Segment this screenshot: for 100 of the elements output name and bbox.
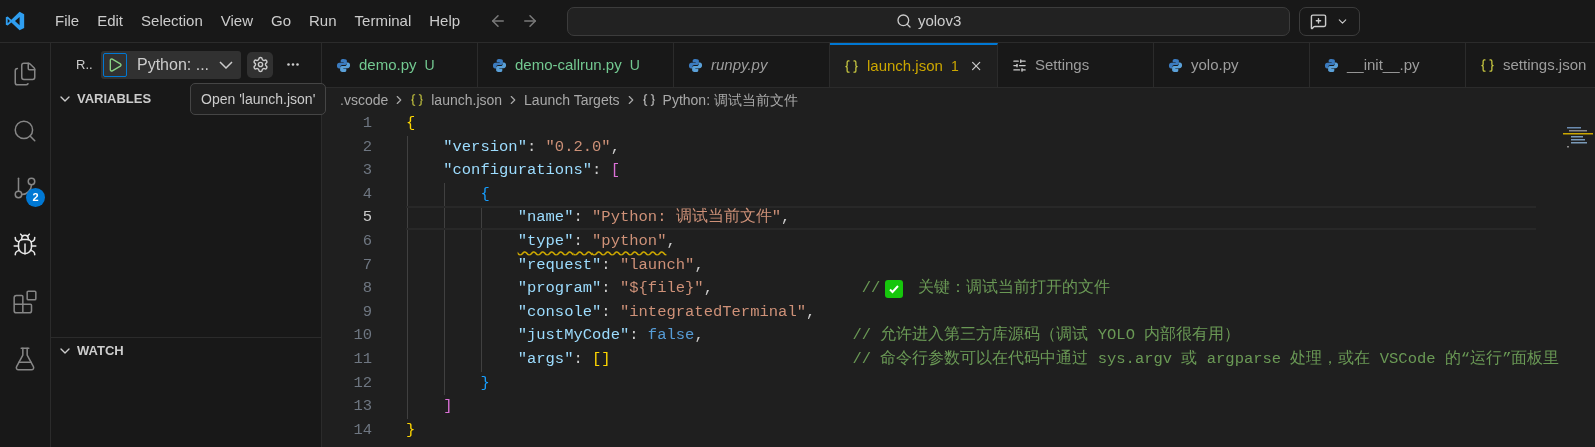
breadcrumb-item[interactable]: Launch Targets xyxy=(524,89,620,111)
menu-item[interactable]: Edit xyxy=(88,9,133,33)
json-braces-icon xyxy=(844,58,859,74)
punctuation: : xyxy=(601,254,612,276)
punctuation: : xyxy=(573,230,584,252)
search-text: yolov3 xyxy=(917,10,962,31)
json-braces-icon xyxy=(1480,57,1495,73)
python-file-icon xyxy=(688,57,703,73)
editor-tab[interactable]: yolo.py xyxy=(1154,43,1310,87)
search-icon xyxy=(12,118,38,144)
boolean-value: false xyxy=(647,325,695,347)
punctuation: : xyxy=(629,325,640,347)
string-value: "Python: 调试当前文件" xyxy=(592,206,782,229)
punctuation: , xyxy=(806,301,816,323)
line-number: 13 xyxy=(352,396,372,418)
chevron-down-icon xyxy=(219,60,234,69)
json-key: "configurations" xyxy=(443,159,593,183)
search-icon xyxy=(895,13,912,29)
code-comment: // xyxy=(861,278,881,300)
json-key: "type" xyxy=(517,229,574,254)
line-number: 5 xyxy=(361,207,372,229)
line-number: 2 xyxy=(361,136,372,158)
python-file-icon xyxy=(336,57,351,73)
app-logo-icon xyxy=(4,10,26,32)
menu-item[interactable]: Go xyxy=(262,9,300,33)
tab-label: launch.json xyxy=(867,55,943,76)
json-braces-icon xyxy=(410,93,425,107)
bracket: [ xyxy=(610,160,620,182)
json-key: "request" xyxy=(517,253,602,278)
chat-button[interactable] xyxy=(1299,6,1361,36)
json-key: "args" xyxy=(517,347,574,372)
editor-tab[interactable]: __init__.py xyxy=(1310,43,1466,87)
punctuation: , xyxy=(610,136,620,158)
tab-label: yolo.py xyxy=(1191,54,1239,75)
extensions-icon xyxy=(12,289,38,315)
count-badge: 2 xyxy=(26,188,45,207)
start-debugging-button[interactable] xyxy=(103,52,127,77)
settings-button[interactable] xyxy=(247,51,273,78)
line-number: 10 xyxy=(352,325,372,347)
tab-status-label: U xyxy=(629,55,640,75)
punctuation: : xyxy=(592,160,603,182)
tab-status-label: 1 xyxy=(950,56,959,76)
section-header[interactable]: WATCH xyxy=(51,338,321,364)
line-number: 7 xyxy=(361,254,372,276)
configuration-dropdown[interactable]: Python: ... xyxy=(101,50,241,79)
tooltip: Open 'launch.json' xyxy=(190,83,327,115)
breadcrumb-item[interactable]: .vscode xyxy=(340,89,389,111)
punctuation: , xyxy=(703,278,713,300)
bracket: { xyxy=(406,113,416,134)
line-number: 14 xyxy=(352,419,372,441)
line-number: 9 xyxy=(361,301,372,323)
breadcrumb-item[interactable]: launch.json xyxy=(431,89,503,111)
python-file-icon xyxy=(1168,57,1183,73)
json-key: "name" xyxy=(517,206,574,230)
breadcrumb-item[interactable]: Python: 调试当前文件 xyxy=(662,89,798,111)
json-key: "version" xyxy=(443,135,527,160)
check-mark-icon xyxy=(885,279,904,298)
python-file-icon xyxy=(492,57,507,73)
tab-label: __init__.py xyxy=(1347,54,1420,75)
bracket: [] xyxy=(592,348,611,370)
tab-label: runpy.py xyxy=(711,54,768,75)
bracket: } xyxy=(480,372,490,394)
tab-status-label: U xyxy=(424,55,435,75)
line-number: 11 xyxy=(352,348,372,370)
editor-tab[interactable]: Settings xyxy=(998,43,1154,87)
menu-item[interactable]: File xyxy=(46,9,89,33)
bracket: { xyxy=(480,183,490,205)
menu-item[interactable]: View xyxy=(211,9,262,33)
tab-label: Settings xyxy=(1035,54,1090,75)
search-field[interactable]: yolov3 xyxy=(567,6,1291,36)
menu-item[interactable]: Run xyxy=(300,9,346,33)
editor-tab[interactable]: demo.py U xyxy=(322,43,478,87)
source-control-button[interactable]: 2 xyxy=(8,171,42,205)
punctuation: , xyxy=(666,230,676,252)
punctuation: , xyxy=(694,254,704,276)
more-icon xyxy=(287,63,299,66)
punctuation: , xyxy=(694,325,704,347)
tab-label: demo.py xyxy=(359,54,417,75)
run-debug-icon xyxy=(12,232,38,258)
string-value: "0.2.0" xyxy=(545,136,611,158)
json-key: "console" xyxy=(517,300,602,325)
line-number: 1 xyxy=(361,113,372,134)
menu-item[interactable]: Terminal xyxy=(345,9,421,33)
code-comment: 关键：调试当前打开的文件 xyxy=(917,277,1110,300)
object-braces-icon xyxy=(641,93,656,107)
editor-tab[interactable]: demo-callrun.py U xyxy=(478,43,674,87)
punctuation: : xyxy=(601,278,612,300)
punctuation: : xyxy=(573,348,584,370)
editor-tab[interactable]: launch.json 1 xyxy=(830,43,998,87)
line-number: 12 xyxy=(352,372,372,394)
code-comment: // 允许进入第三方库源码（调试 YOLO 内部很有用） xyxy=(852,324,1241,347)
menu-item[interactable]: Selection xyxy=(132,9,212,33)
line-number: 3 xyxy=(361,160,372,182)
editor-tab[interactable]: settings.json xyxy=(1466,43,1595,87)
explorer-icon xyxy=(12,61,38,87)
menu-item[interactable]: Help xyxy=(420,9,470,33)
string-value: "${file}" xyxy=(619,278,704,300)
line-number: 6 xyxy=(361,230,372,252)
line-number: 4 xyxy=(361,183,372,205)
punctuation: : xyxy=(573,207,584,229)
